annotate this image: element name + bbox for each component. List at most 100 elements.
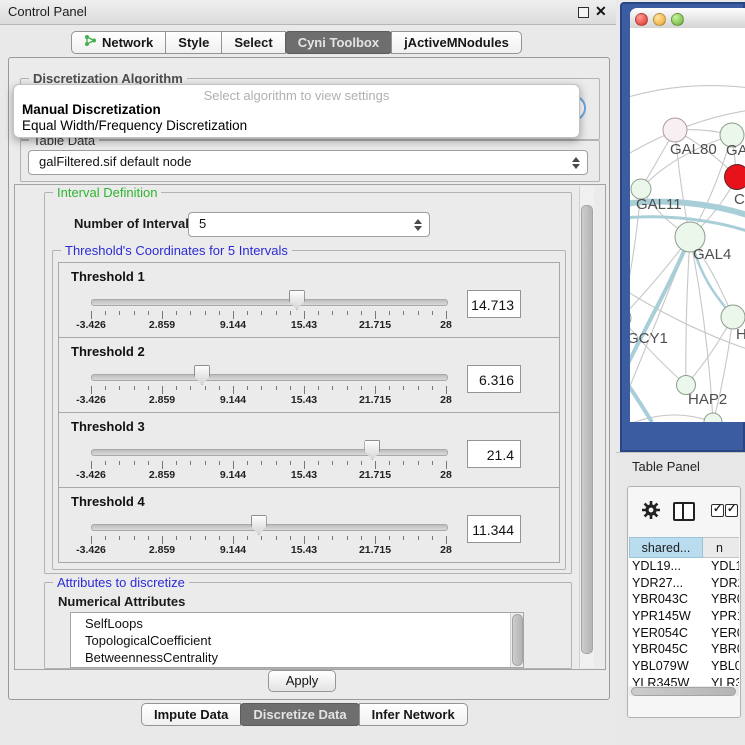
cell-name: YER0 [711,625,739,642]
close-traffic-light-icon[interactable] [635,13,648,26]
tick-mark [91,311,92,319]
tick-label: 28 [418,544,474,556]
tick-mark [347,536,348,540]
tab-impute-data[interactable]: Impute Data [141,703,241,726]
tick-label: 28 [418,469,474,481]
tick-mark [176,386,177,390]
table-row[interactable]: YBR045CYBR0 [629,641,739,658]
tick-mark [318,311,319,315]
column-header-name[interactable]: n [703,537,739,558]
tick-mark [176,311,177,315]
settings-vertical-scrollbar[interactable] [579,186,594,668]
tick-mark [91,461,92,469]
network-window-titlebar[interactable] [630,8,745,29]
node-label-gal80: GAL80 [670,141,717,158]
cell-shared-name: YDR27... [632,575,683,592]
slider-track[interactable] [91,374,448,381]
table-horizontal-scrollbar[interactable] [629,686,739,696]
tick-label: 28 [418,394,474,406]
attribute-item-selfloops[interactable]: SelfLoops [71,615,523,632]
tick-mark [119,536,120,540]
float-window-icon[interactable] [578,7,589,18]
table-data-combobox[interactable]: galFiltered.sif default node [28,150,588,175]
tick-mark [446,311,447,319]
attributes-list-scrollbar[interactable] [510,613,523,667]
tick-mark [361,536,362,540]
threshold-value-field[interactable]: 14.713 [467,290,521,318]
tick-mark [134,311,135,315]
threshold-value-field[interactable]: 11.344 [467,515,521,543]
checkbox-icon[interactable] [725,504,738,517]
tab-jactivemnodules[interactable]: jActiveMNodules [391,31,522,54]
table-row[interactable]: YER054C YER0 [629,625,739,642]
attribute-item-betweennesscentrality[interactable]: BetweennessCentrality [71,649,523,666]
table-scrollbar-thumb[interactable] [631,687,736,696]
minimize-traffic-light-icon[interactable] [653,13,666,26]
threshold-value-field[interactable]: 21.4 [467,440,521,468]
tick-mark [290,536,291,540]
network-canvas[interactable]: GAL80GACGAL11GAL4GCY1HHAP2 [630,28,745,422]
tick-label: -3.426 [63,319,119,331]
tab-cyni-toolbox[interactable]: Cyni Toolbox [285,31,392,54]
tick-mark [148,461,149,465]
tab-discretize-data[interactable]: Discretize Data [240,703,359,726]
network-window[interactable]: GAL80GACGAL11GAL4GCY1HHAP2 [630,8,745,422]
tab-style[interactable]: Style [165,31,222,54]
apply-button[interactable]: Apply [268,670,336,692]
tab-select[interactable]: Select [221,31,285,54]
table-row[interactable]: YLR345WYLR3 [629,675,739,686]
tick-mark [119,461,120,465]
split-columns-icon[interactable] [673,502,695,521]
cell-name: YPR1 [711,608,739,625]
threshold-value-field[interactable]: 6.316 [467,365,521,393]
slider-track[interactable] [91,299,448,306]
slider-thumb[interactable] [364,440,380,460]
zoom-traffic-light-icon[interactable] [671,13,684,26]
tab-infer-network[interactable]: Infer Network [359,703,468,726]
tick-mark [403,461,404,465]
tick-mark [375,461,376,469]
slider-thumb[interactable] [194,365,210,385]
tick-label: 9.144 [205,319,261,331]
slider-track[interactable] [91,449,448,456]
tick-mark [403,536,404,540]
attribute-item-topologicalcoefficient[interactable]: TopologicalCoefficient [71,632,523,649]
cell-name: YLR3 [711,675,739,686]
table-panel-title: Table Panel [632,459,700,474]
table-row[interactable]: YPR145W YPR1 [629,608,739,625]
tick-mark [304,386,305,394]
table-row[interactable]: YBR043CYBR0 [629,591,739,608]
numerical-attributes-list[interactable]: SelfLoopsTopologicalCoefficientBetweenne… [70,612,524,668]
table-row[interactable]: YDR27...YDR2 [629,575,739,592]
stepper-arrows-icon [572,157,580,169]
tab-label: Network [102,32,153,53]
tab-network[interactable]: Network [71,31,166,54]
tick-mark [105,386,106,390]
close-icon[interactable]: ✕ [595,3,607,20]
column-header-shared-name[interactable]: shared... [629,537,703,558]
cell-name: YBL0 [711,658,739,675]
table-row[interactable]: YDL19...YDL1 [629,558,739,575]
popup-item-manual-discretization[interactable]: Manual Discretization [18,102,165,117]
tick-mark [418,311,419,315]
slider-track[interactable] [91,524,448,531]
cell-shared-name: YER054C [632,625,688,642]
tick-mark [162,461,163,469]
tick-mark [332,311,333,315]
tick-mark [105,536,106,540]
checkbox-icon[interactable] [711,504,724,517]
tick-mark [389,461,390,465]
attributes-scrollbar-thumb[interactable] [512,614,523,666]
gear-icon[interactable] [641,500,661,520]
settings-scrollbar-thumb[interactable] [581,205,593,654]
table-row[interactable]: YBL079WYBL0 [629,658,739,675]
slider-thumb[interactable] [289,290,305,310]
tick-mark [418,386,419,390]
threshold-row-1: Threshold 1-3.4262.8599.14415.4321.71528… [58,262,560,338]
tick-mark [91,536,92,544]
slider-thumb[interactable] [251,515,267,535]
popup-item-equal-width-frequency[interactable]: Equal Width/Frequency Discretization [18,118,251,133]
numerical-attributes-label: Numerical Attributes [58,594,185,609]
number-of-intervals-combobox[interactable]: 5 [188,212,430,237]
cell-shared-name: YPR145W [632,608,691,625]
